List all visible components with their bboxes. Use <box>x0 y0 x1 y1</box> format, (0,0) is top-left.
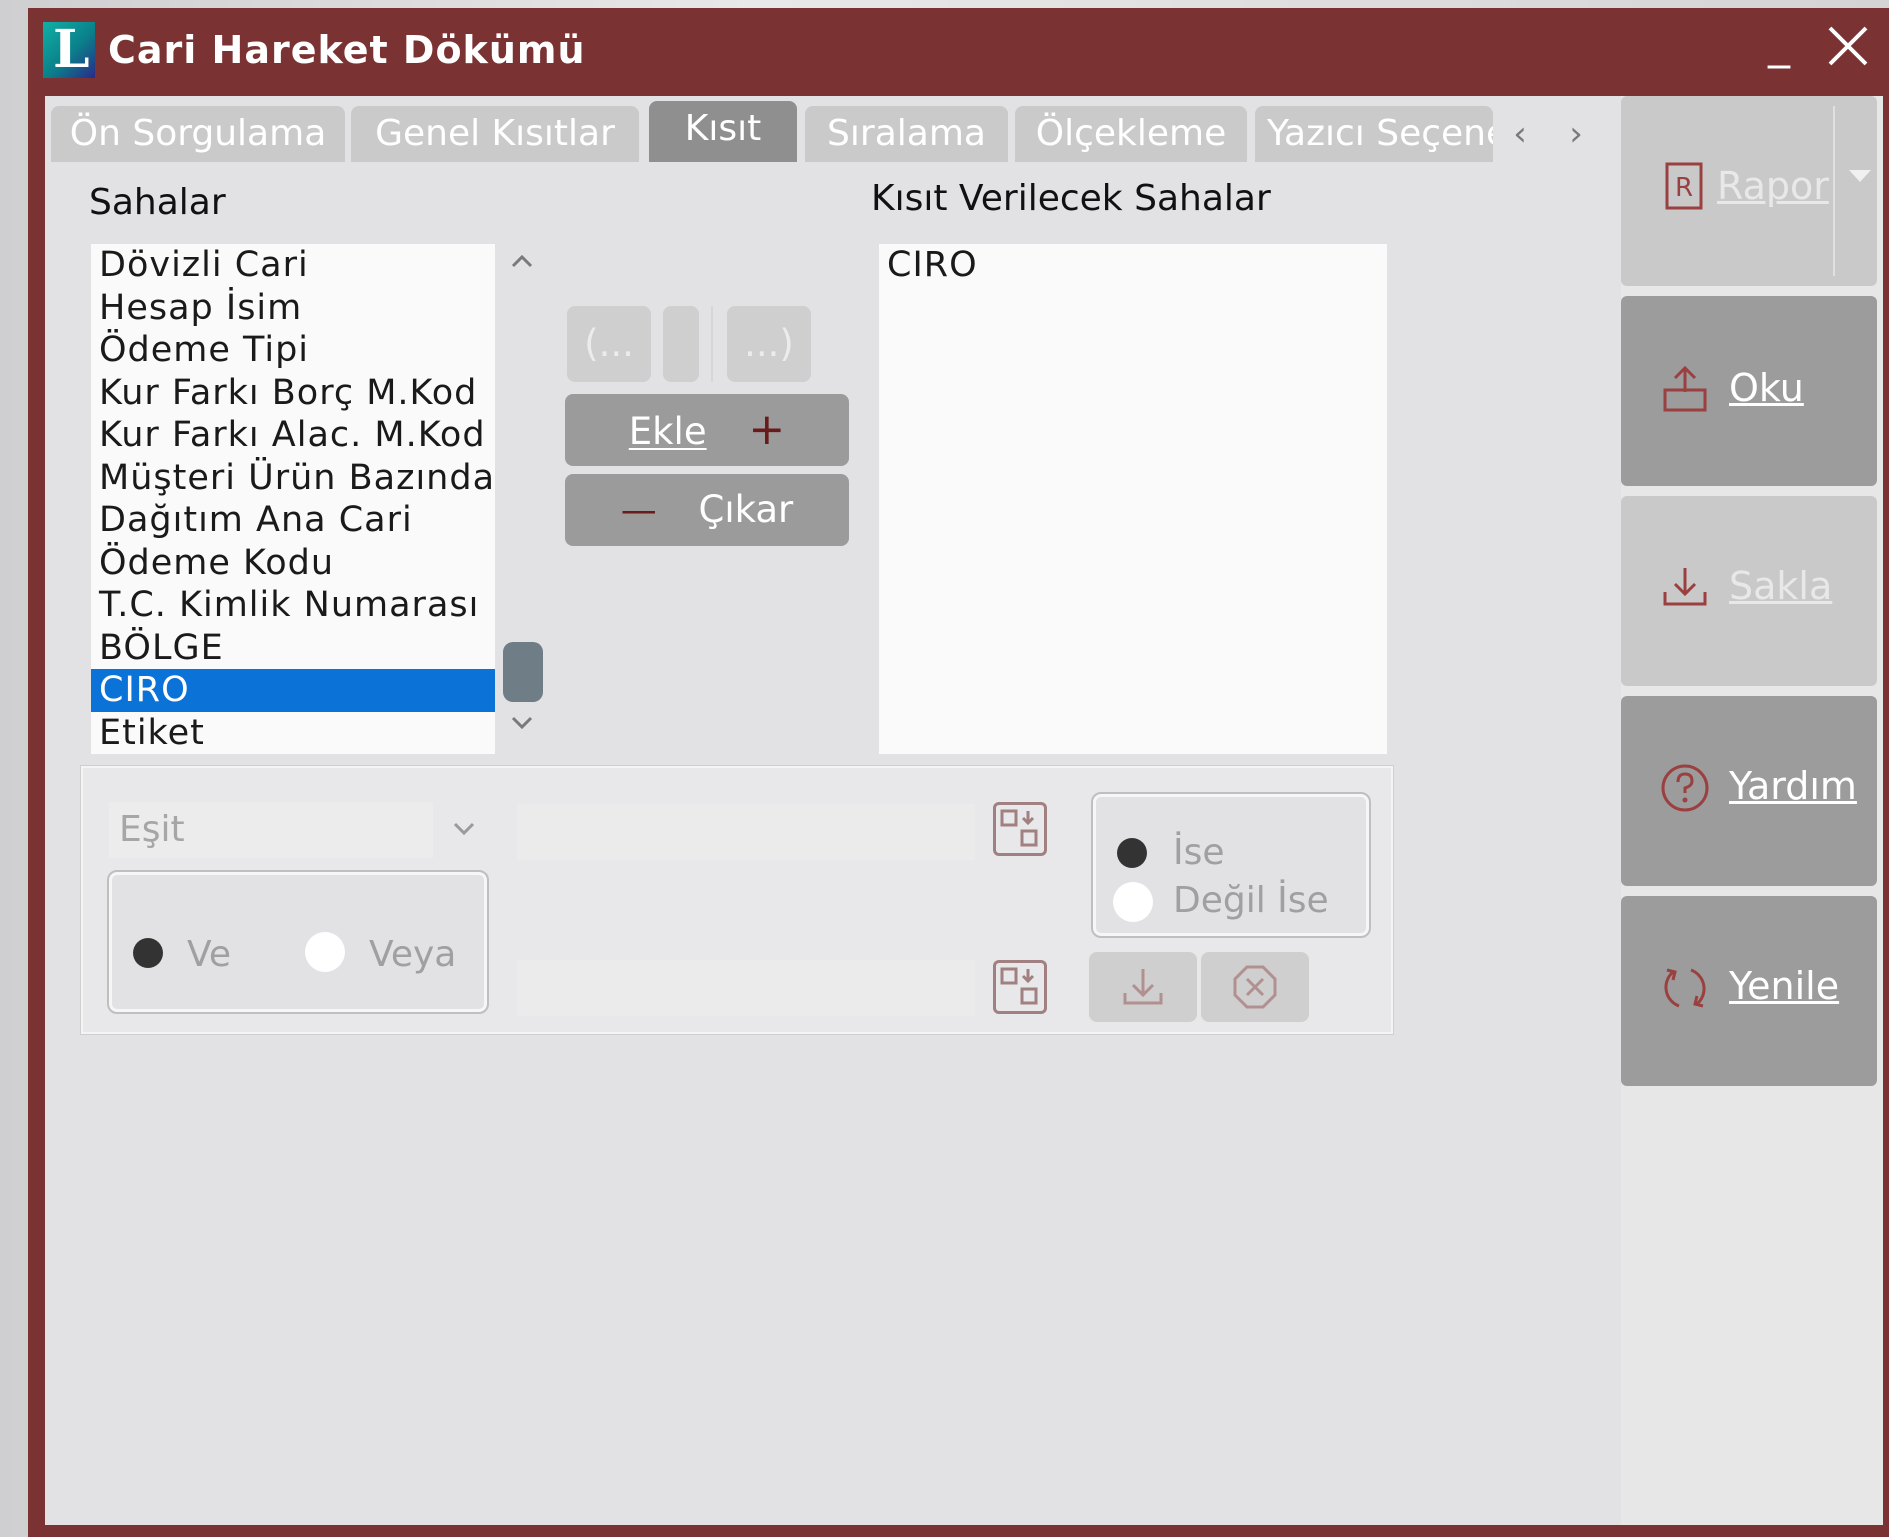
not-radio[interactable] <box>1113 882 1153 922</box>
sakla-label: Sakla <box>1729 564 1833 608</box>
window-client-area: Ön Sorgulama Genel Kısıtlar Kısıt Sırala… <box>45 96 1883 1525</box>
report-icon: R <box>1665 162 1703 210</box>
or-radio-label: Veya <box>369 934 457 975</box>
clear-icon <box>1233 965 1277 1009</box>
help-icon <box>1661 764 1709 812</box>
list-item[interactable]: Müşteri Ürün Bazında <box>91 457 495 500</box>
yardim-button[interactable]: Yardım <box>1621 696 1877 886</box>
scroll-down-icon[interactable] <box>507 708 537 746</box>
paren-divider <box>711 306 713 382</box>
list-item-selected[interactable]: CIRO <box>91 669 495 712</box>
is-radio[interactable] <box>1117 838 1147 868</box>
close-icon <box>1828 26 1868 66</box>
close-paren-button[interactable]: ...) <box>727 306 811 382</box>
list-item[interactable]: Hesap İsim <box>91 287 495 330</box>
tab-scroll-right-icon[interactable]: › <box>1551 106 1601 162</box>
action-sidebar: R Rapor Oku Sakla Yardım Yenile <box>1621 96 1883 1525</box>
list-item[interactable]: Ödeme Tipi <box>91 329 495 372</box>
fields-listbox[interactable]: Dövizli Cari Hesap İsim Ödeme Tipi Kur F… <box>91 244 495 754</box>
remove-button-label: Çıkar <box>698 488 794 531</box>
negation-group: İse Değil İse <box>1091 792 1371 938</box>
value-input-2[interactable] <box>517 960 975 1016</box>
remove-button[interactable]: — Çıkar <box>565 474 849 546</box>
is-radio-label: İse <box>1173 832 1225 873</box>
list-item[interactable]: CIRO <box>879 244 1387 287</box>
target-fields-label: Kısıt Verilecek Sahalar <box>871 178 1271 219</box>
download-icon <box>1123 969 1163 1005</box>
open-paren-button[interactable]: (... <box>567 306 651 382</box>
chevron-down-icon[interactable] <box>449 814 479 848</box>
tab-scroll-left-icon[interactable]: ‹ <box>1495 106 1545 162</box>
list-item[interactable]: T.C. Kimlik Numarası <box>91 584 495 627</box>
apply-condition-button[interactable] <box>1089 952 1197 1022</box>
rapor-label: Rapor <box>1717 164 1829 208</box>
window-title: Cari Hareket Dökümü <box>108 28 586 72</box>
scroll-up-icon[interactable] <box>507 246 537 284</box>
add-button-label: Ekle <box>628 410 707 453</box>
close-button[interactable] <box>1826 24 1874 76</box>
minus-icon: — <box>620 490 657 531</box>
scrollbar-thumb[interactable] <box>503 642 543 702</box>
yenile-label: Yenile <box>1729 964 1840 1008</box>
sakla-button[interactable]: Sakla <box>1621 496 1877 686</box>
plus-icon: + <box>748 404 786 455</box>
list-item[interactable]: Kur Farkı Alac. M.Kod <box>91 414 495 457</box>
condition-panel: Eşit Ve Veya İse Değil İse <box>81 766 1393 1034</box>
title-bar: L Cari Hareket Dökümü _ <box>28 8 1889 92</box>
tab-kisit[interactable]: Kısıt <box>649 101 797 162</box>
value-input-1[interactable] <box>517 804 975 860</box>
clear-condition-button[interactable] <box>1201 952 1309 1022</box>
minimize-button[interactable]: _ <box>1768 18 1790 70</box>
paren-mid-button[interactable] <box>663 306 699 382</box>
yardim-label: Yardım <box>1729 764 1857 808</box>
list-item[interactable]: Dövizli Cari <box>91 244 495 287</box>
save-download-icon <box>1663 568 1707 606</box>
tab-siralama[interactable]: Sıralama <box>805 106 1008 162</box>
app-logo-icon: L <box>43 20 95 80</box>
and-radio-label: Ve <box>187 934 231 975</box>
value-picker-icon-2[interactable] <box>993 960 1047 1014</box>
value-picker-icon-1[interactable] <box>993 802 1047 856</box>
operator-select[interactable]: Eşit <box>109 802 433 858</box>
list-item[interactable]: Ödeme Kodu <box>91 542 495 585</box>
split-divider <box>1833 106 1835 276</box>
svg-text:R: R <box>1675 173 1693 203</box>
dropdown-arrow-icon[interactable] <box>1847 166 1873 190</box>
yenile-button[interactable]: Yenile <box>1621 896 1877 1086</box>
add-button[interactable]: Ekle + <box>565 394 849 466</box>
refresh-icon <box>1664 968 1706 1008</box>
tab-on-sorgulama[interactable]: Ön Sorgulama <box>51 106 345 162</box>
upload-icon <box>1663 365 1707 412</box>
list-item[interactable]: Etiket <box>91 712 495 755</box>
oku-label: Oku <box>1729 366 1804 410</box>
tab-bar: Ön Sorgulama Genel Kısıtlar Kısıt Sırala… <box>45 96 1601 166</box>
tab-olcekleme[interactable]: Ölçekleme <box>1015 106 1247 162</box>
list-item[interactable]: Dağıtım Ana Cari <box>91 499 495 542</box>
list-item[interactable]: Kur Farkı Borç M.Kod <box>91 372 495 415</box>
tab-genel-kisitlar[interactable]: Genel Kısıtlar <box>351 106 639 162</box>
oku-button[interactable]: Oku <box>1621 296 1877 486</box>
target-fields-listbox[interactable]: CIRO <box>879 244 1387 754</box>
or-radio[interactable] <box>305 932 345 972</box>
not-radio-label: Değil İse <box>1173 880 1329 921</box>
report-window: L Cari Hareket Dökümü _ Ön Sorgulama Gen… <box>28 8 1889 1537</box>
rapor-button[interactable]: R Rapor <box>1621 96 1877 286</box>
fields-label: Sahalar <box>89 182 226 223</box>
list-item[interactable]: BÖLGE <box>91 627 495 670</box>
and-radio[interactable] <box>133 938 163 968</box>
logic-group: Ve Veya <box>107 870 489 1014</box>
tab-yazici-secenekleri[interactable]: Yazıcı Seçenekleri <box>1255 106 1493 162</box>
